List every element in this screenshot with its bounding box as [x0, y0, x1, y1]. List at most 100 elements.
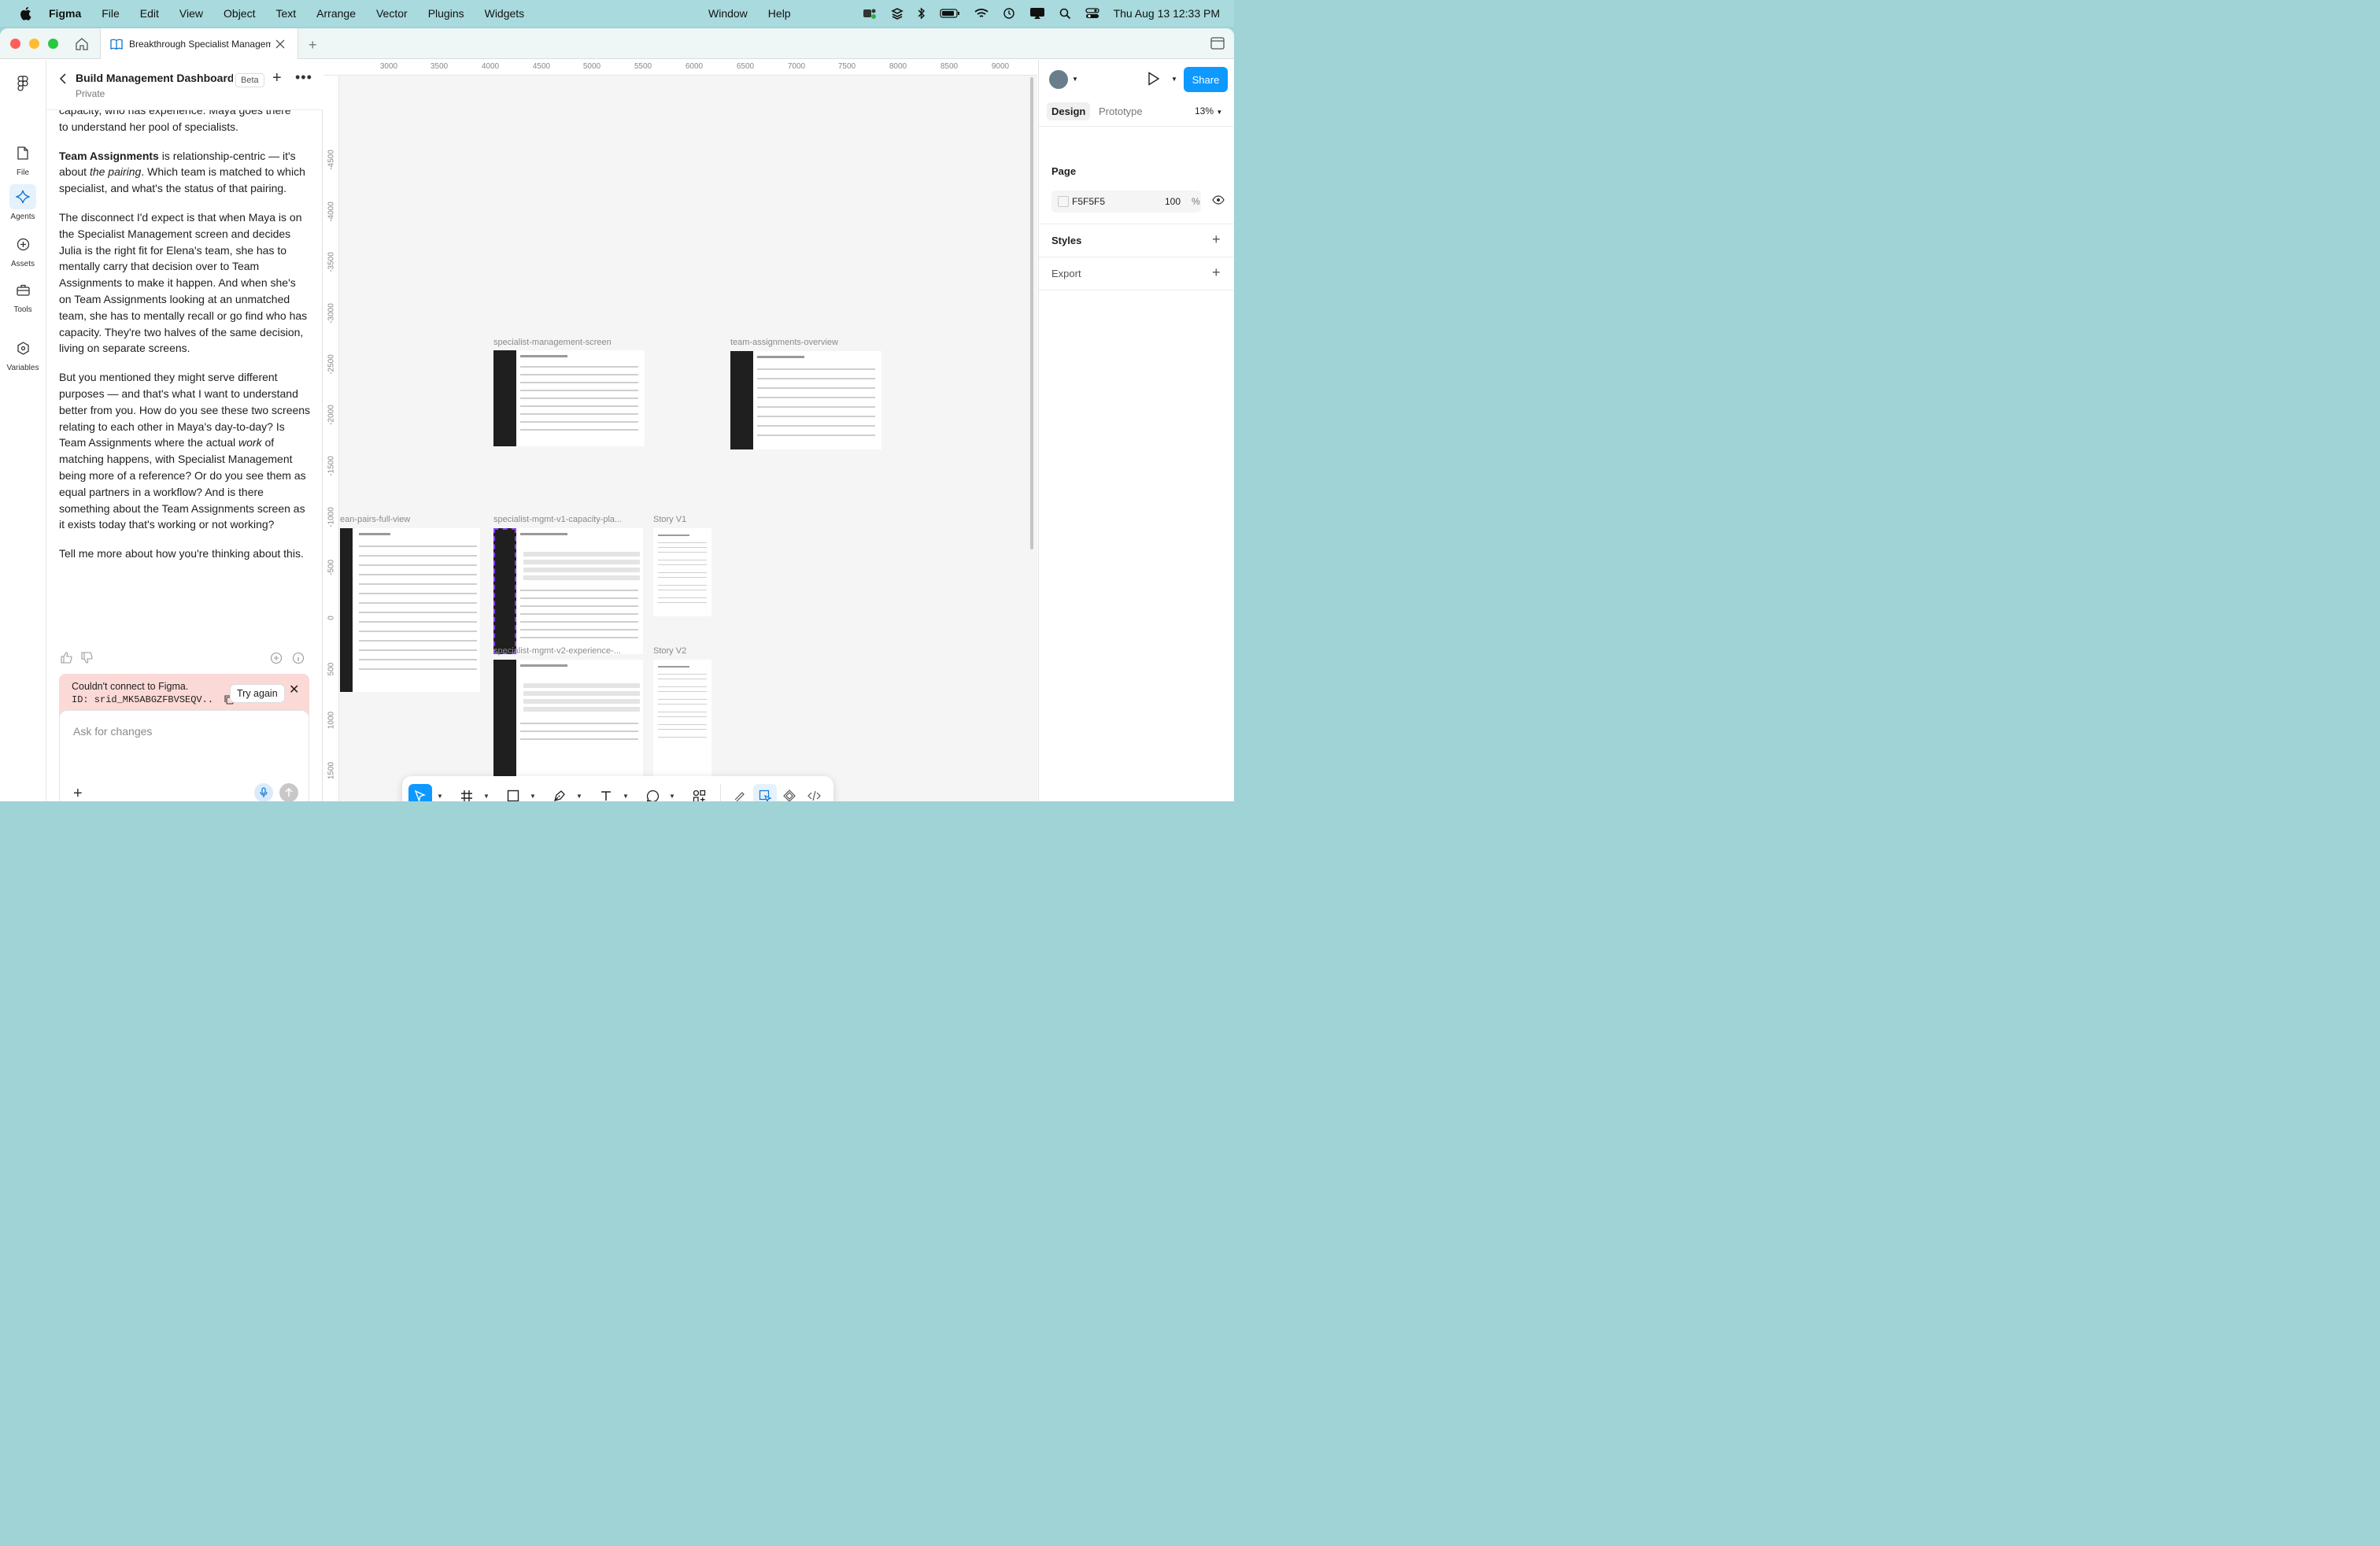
frame-label-capacity[interactable]: specialist-mgmt-v1-capacity-pla... — [493, 515, 643, 524]
thumbs-up-icon[interactable] — [61, 652, 72, 664]
copy-link-icon[interactable] — [270, 652, 283, 664]
zoom-level-dropdown[interactable]: 13% ▼ — [1195, 105, 1222, 117]
avatar[interactable] — [1049, 70, 1068, 89]
frame-label-team-pairs[interactable]: ean-pairs-full-view — [340, 515, 482, 524]
menu-view[interactable]: View — [179, 7, 203, 20]
spotlight-search-icon[interactable] — [1059, 8, 1071, 20]
attach-plus-icon[interactable]: + — [73, 785, 83, 801]
microphone-icon[interactable] — [254, 783, 273, 801]
color-swatch[interactable] — [1058, 196, 1069, 207]
frame-story-v2[interactable] — [653, 660, 711, 778]
p2-emphasis: the pairing — [89, 165, 142, 179]
menu-arrange[interactable]: Arrange — [316, 7, 356, 20]
frame-label-specialist-management[interactable]: specialist-management-screen — [493, 338, 643, 347]
teams-icon[interactable] — [863, 7, 877, 20]
new-chat-plus-icon[interactable]: + — [272, 69, 282, 87]
sidebar-toggle-icon[interactable] — [1210, 37, 1225, 50]
chat-input[interactable]: Ask for changes + — [59, 710, 309, 801]
menu-edit[interactable]: Edit — [140, 7, 159, 20]
rail-item-agents[interactable]: Agents — [0, 184, 46, 221]
info-icon[interactable] — [292, 652, 305, 664]
screen-mirroring-icon[interactable] — [1029, 7, 1045, 20]
frame-tool-button[interactable] — [455, 784, 479, 801]
add-style-plus-icon[interactable]: + — [1212, 231, 1221, 248]
battery-icon[interactable] — [939, 8, 960, 19]
chevron-down-icon[interactable]: ▼ — [669, 793, 675, 800]
pen-tool-button[interactable] — [548, 784, 571, 801]
menu-text[interactable]: Text — [275, 7, 296, 20]
rail-item-variables[interactable]: Variables — [0, 335, 46, 372]
figma-menu-button[interactable] — [0, 71, 46, 99]
chevron-down-icon[interactable]: ▼ — [437, 793, 443, 800]
chevron-down-icon[interactable]: ▼ — [623, 793, 629, 800]
thumbs-down-icon[interactable] — [81, 652, 93, 664]
canvas-scrollbar-vertical[interactable] — [1030, 77, 1033, 549]
tab-prototype[interactable]: Prototype — [1094, 102, 1148, 120]
frame-label-experience[interactable]: specialist-mgmt-v2-experience-... — [493, 646, 643, 656]
prototype-mode-button[interactable] — [778, 784, 801, 801]
chevron-down-icon[interactable]: ▼ — [576, 793, 582, 800]
wifi-icon[interactable] — [974, 8, 989, 19]
frame-sidebar-selected[interactable] — [493, 528, 516, 654]
move-tool-button[interactable] — [408, 784, 432, 801]
close-icon[interactable]: ✕ — [289, 682, 299, 697]
frame-specialist-mgmt-v1[interactable] — [493, 528, 643, 654]
frame-label-team-assignments[interactable]: team-assignments-overview — [730, 338, 880, 347]
menu-app-figma[interactable]: Figma — [49, 7, 81, 20]
menu-plugins[interactable]: Plugins — [428, 7, 464, 20]
rail-item-assets[interactable]: Assets — [0, 231, 46, 268]
frame-specialist-mgmt-v2[interactable] — [493, 660, 643, 778]
close-icon[interactable] — [275, 39, 285, 49]
frame-label-story-v1[interactable]: Story V1 — [653, 515, 716, 524]
text-tool-button[interactable] — [594, 784, 618, 801]
frame-team-assignments-overview[interactable] — [730, 351, 881, 449]
send-arrow-icon[interactable] — [279, 783, 298, 801]
page-background-color-field[interactable]: F5F5F5 100 % — [1051, 190, 1201, 213]
menu-vector[interactable]: Vector — [376, 7, 408, 20]
home-icon[interactable] — [74, 36, 90, 52]
comment-tool-button[interactable] — [641, 784, 664, 801]
control-center-icon[interactable] — [1085, 8, 1099, 19]
chevron-down-icon[interactable]: ▼ — [483, 793, 490, 800]
page-color-opacity[interactable]: 100 — [1165, 196, 1181, 207]
time-machine-icon[interactable] — [1003, 7, 1015, 20]
menu-widgets[interactable]: Widgets — [485, 7, 525, 20]
rectangle-tool-button[interactable] — [501, 784, 525, 801]
dev-mode-button[interactable] — [802, 784, 826, 801]
rail-item-file[interactable]: File — [0, 140, 46, 177]
design-mode-button[interactable] — [753, 784, 777, 801]
chevron-left-icon[interactable] — [59, 73, 67, 84]
bluetooth-icon[interactable] — [918, 7, 926, 20]
add-export-plus-icon[interactable]: + — [1212, 264, 1221, 281]
design-canvas[interactable]: 3000 3500 4000 4500 5000 5500 6000 6500 … — [323, 60, 1037, 801]
frame-team-pairs-full-view[interactable] — [340, 528, 480, 692]
page-color-hex[interactable]: F5F5F5 — [1072, 196, 1105, 207]
frame-label-story-v2[interactable]: Story V2 — [653, 646, 716, 656]
more-options-icon[interactable]: ••• — [295, 69, 312, 86]
chevron-down-icon[interactable]: ▼ — [1171, 76, 1177, 83]
window-close-button[interactable] — [10, 39, 20, 49]
menu-window[interactable]: Window — [708, 7, 748, 20]
clock-datetime[interactable]: Thu Aug 13 12:33 PM — [1114, 7, 1220, 20]
menu-file[interactable]: File — [102, 7, 120, 20]
apple-logo-icon[interactable] — [19, 6, 31, 20]
frame-story-v1[interactable] — [653, 528, 711, 616]
draw-mode-button[interactable] — [728, 784, 752, 801]
chevron-down-icon[interactable]: ▼ — [1072, 76, 1078, 83]
tab-file-active[interactable]: Breakthrough Specialist Management — [100, 28, 298, 59]
rail-item-tools[interactable]: Tools — [0, 277, 46, 314]
window-zoom-button[interactable] — [48, 39, 58, 49]
eye-visibility-icon[interactable] — [1212, 195, 1225, 205]
share-button[interactable]: Share — [1184, 67, 1228, 92]
try-again-button[interactable]: Try again — [230, 684, 285, 703]
window-minimize-button[interactable] — [29, 39, 39, 49]
menu-object[interactable]: Object — [224, 7, 255, 20]
play-present-icon[interactable] — [1148, 72, 1160, 86]
chevron-down-icon[interactable]: ▼ — [530, 793, 536, 800]
new-tab-plus-icon[interactable]: + — [309, 37, 317, 54]
actions-tool-button[interactable] — [687, 784, 711, 801]
tab-design[interactable]: Design — [1047, 102, 1091, 120]
layers-stack-icon[interactable] — [890, 7, 904, 20]
frame-specialist-management-screen[interactable] — [493, 350, 645, 446]
menu-help[interactable]: Help — [768, 7, 791, 20]
